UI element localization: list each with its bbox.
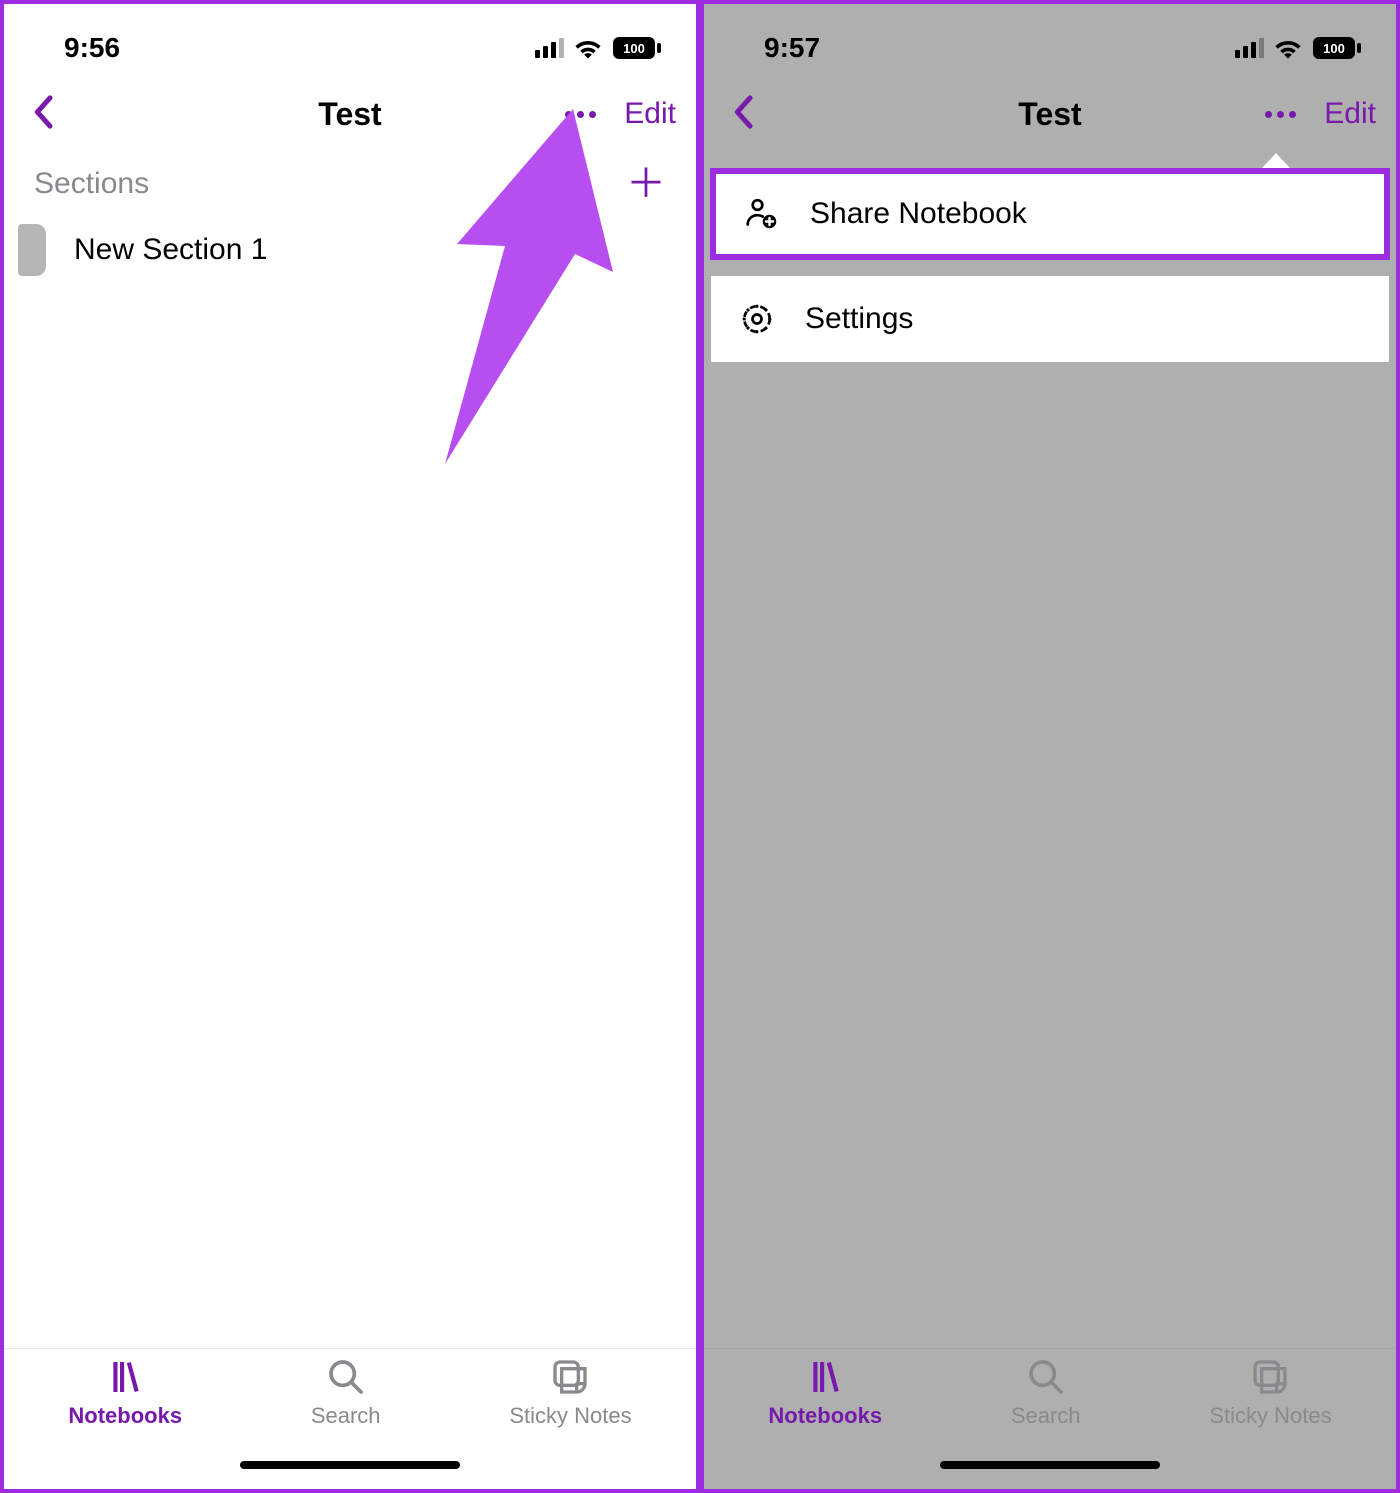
battery-icon: 100 <box>612 36 662 60</box>
home-indicator <box>240 1461 460 1469</box>
tab-search-label: Search <box>1011 1403 1081 1429</box>
search-icon <box>326 1357 366 1397</box>
sections-heading: Sections <box>34 167 149 201</box>
tab-notebooks[interactable]: Notebooks <box>768 1357 882 1429</box>
back-button[interactable] <box>732 95 754 134</box>
menu-item-settings[interactable]: Settings <box>711 276 1389 362</box>
sticky-notes-icon <box>550 1357 590 1397</box>
back-button[interactable] <box>32 95 54 134</box>
menu-settings-label: Settings <box>805 302 913 336</box>
status-bar: 9:57 100 <box>704 4 1396 78</box>
home-indicator <box>940 1461 1160 1469</box>
wifi-icon <box>1274 37 1302 59</box>
menu-item-share-notebook[interactable]: Share Notebook <box>716 174 1384 254</box>
section-row[interactable]: New Section 1 <box>4 214 696 286</box>
tab-notebooks[interactable]: Notebooks <box>68 1357 182 1429</box>
cellular-icon <box>1235 38 1264 58</box>
tab-notebooks-label: Notebooks <box>68 1403 182 1429</box>
status-icons: 100 <box>1235 36 1362 60</box>
more-menu-button[interactable] <box>565 111 596 118</box>
tab-bar: Notebooks Search Sticky Notes <box>704 1348 1396 1489</box>
tab-sticky-label: Sticky Notes <box>1209 1403 1331 1429</box>
search-icon <box>1026 1357 1066 1397</box>
svg-text:100: 100 <box>1323 41 1345 56</box>
svg-text:100: 100 <box>623 41 645 56</box>
nav-bar: Test Edit <box>704 78 1396 150</box>
menu-share-label: Share Notebook <box>810 197 1027 231</box>
sticky-notes-icon <box>1250 1357 1290 1397</box>
status-time: 9:57 <box>764 32 820 64</box>
tab-sticky-notes[interactable]: Sticky Notes <box>1209 1357 1331 1429</box>
status-time: 9:56 <box>64 32 120 64</box>
section-name-label: New Section 1 <box>74 233 267 267</box>
edit-button[interactable]: Edit <box>1324 97 1376 131</box>
more-menu-button[interactable] <box>1265 111 1296 118</box>
wifi-icon <box>574 37 602 59</box>
tab-sticky-notes[interactable]: Sticky Notes <box>509 1357 631 1429</box>
tab-search-label: Search <box>311 1403 381 1429</box>
sections-header: Sections ＋ <box>4 150 696 214</box>
screenshot-left: 9:56 100 Test Edit Sections ＋ New Sectio… <box>0 0 700 1493</box>
cellular-icon <box>535 38 564 58</box>
share-highlight: Share Notebook <box>710 168 1390 260</box>
notebooks-icon <box>805 1357 845 1397</box>
status-bar: 9:56 100 <box>4 4 696 78</box>
gear-icon <box>739 301 775 337</box>
section-color-tab <box>18 224 46 276</box>
popover-caret <box>1262 153 1290 168</box>
tab-search[interactable]: Search <box>311 1357 381 1429</box>
screenshot-right: 9:57 100 Test Edit <box>700 0 1400 1493</box>
tab-bar: Notebooks Search Sticky Notes <box>4 1348 696 1489</box>
tab-notebooks-label: Notebooks <box>768 1403 882 1429</box>
tab-sticky-label: Sticky Notes <box>509 1403 631 1429</box>
nav-bar: Test Edit <box>4 78 696 150</box>
tab-search[interactable]: Search <box>1011 1357 1081 1429</box>
edit-button[interactable]: Edit <box>624 97 676 131</box>
add-section-button[interactable]: ＋ <box>626 164 666 204</box>
status-icons: 100 <box>535 36 662 60</box>
share-people-icon <box>744 196 780 232</box>
battery-icon: 100 <box>1312 36 1362 60</box>
notebooks-icon <box>105 1357 145 1397</box>
